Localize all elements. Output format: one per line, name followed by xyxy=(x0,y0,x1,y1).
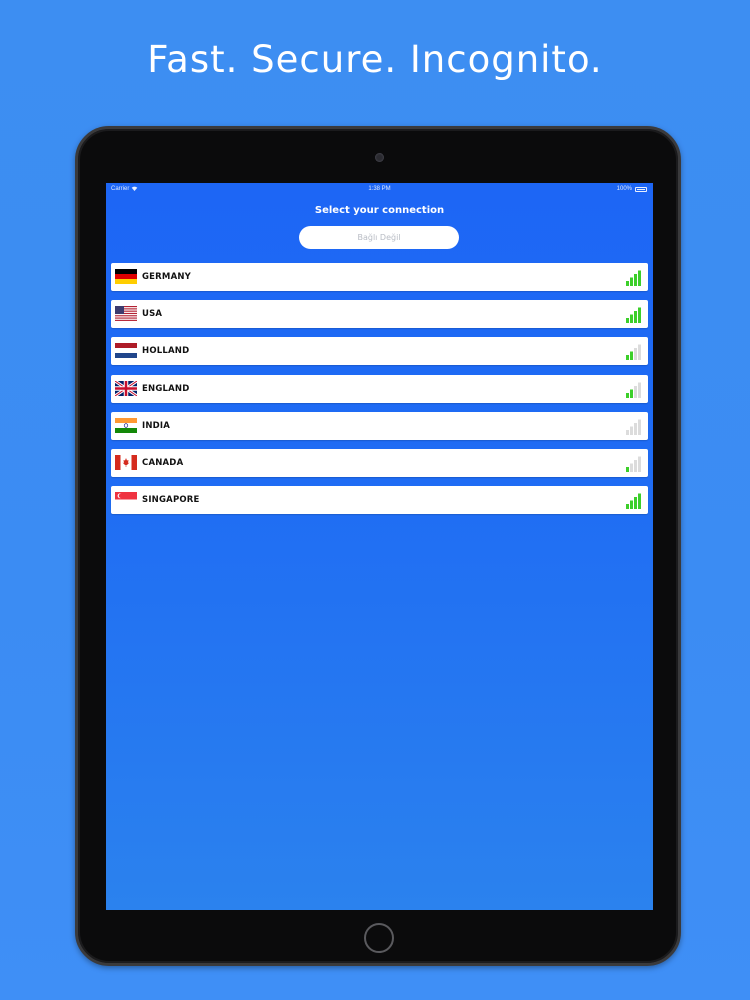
screen-title: Select your connection xyxy=(314,205,445,216)
status-time: 1:38 PM xyxy=(368,186,391,192)
signal-bar xyxy=(630,314,633,324)
signal-bar xyxy=(638,456,641,472)
signal-bar xyxy=(638,344,641,361)
server-row-canada[interactable]: CANADA xyxy=(111,448,648,477)
signal-strength-icon xyxy=(626,456,641,472)
status-bar: Carrier 1:38 PM 100% xyxy=(106,183,653,195)
connection-status-pill[interactable]: Bağlı Değil xyxy=(299,226,459,249)
signal-bar xyxy=(638,493,641,510)
app-screen: Carrier 1:38 PM 100% Select your connect… xyxy=(106,183,653,910)
signal-bar xyxy=(626,429,629,435)
server-row-india[interactable]: INDIA xyxy=(111,411,648,440)
server-row-singapore[interactable]: SINGAPORE xyxy=(111,486,648,515)
signal-bar xyxy=(638,307,641,324)
signal-strength-icon xyxy=(626,382,641,398)
signal-bar xyxy=(634,348,637,361)
signal-strength-icon xyxy=(626,419,641,435)
server-list: GERMANY USA HOLLAND ENGLAND INDIA CANADA… xyxy=(111,263,648,523)
signal-bar xyxy=(638,270,641,286)
germany-flag-icon xyxy=(115,269,137,284)
server-row-england[interactable]: ENGLAND xyxy=(111,374,648,403)
signal-bar xyxy=(626,318,629,324)
signal-bar xyxy=(626,355,629,361)
server-row-usa[interactable]: USA xyxy=(111,300,648,329)
server-row-germany[interactable]: GERMANY xyxy=(111,263,648,291)
camera-icon xyxy=(375,153,384,162)
signal-bar xyxy=(626,392,629,398)
server-name: INDIA xyxy=(142,420,171,431)
signal-bar xyxy=(630,351,633,361)
signal-bar xyxy=(634,497,637,510)
battery-percent: 100% xyxy=(616,186,632,192)
battery-icon xyxy=(635,186,647,192)
netherlands-flag-icon xyxy=(115,343,137,359)
headline: Fast. Secure. Incognito. xyxy=(147,38,603,81)
server-name: CANADA xyxy=(142,457,184,468)
usa-flag-icon xyxy=(115,306,137,322)
canada-flag-icon xyxy=(115,454,137,470)
server-name: USA xyxy=(142,309,163,320)
signal-bar xyxy=(630,500,633,510)
signal-strength-icon xyxy=(626,270,641,286)
server-row-holland[interactable]: HOLLAND xyxy=(111,337,648,366)
server-name: SINGAPORE xyxy=(142,495,200,506)
signal-bar xyxy=(638,419,641,435)
signal-bar xyxy=(626,466,629,472)
status-battery-group: 100% xyxy=(617,186,647,192)
india-flag-icon xyxy=(115,417,137,433)
signal-bar xyxy=(634,311,637,324)
signal-strength-icon xyxy=(626,307,641,324)
signal-bar xyxy=(634,422,637,435)
signal-bar xyxy=(638,382,641,398)
signal-bar xyxy=(634,274,637,286)
server-name: ENGLAND xyxy=(142,383,190,394)
signal-bar xyxy=(626,504,629,510)
signal-bar xyxy=(630,277,633,286)
home-button[interactable] xyxy=(364,923,394,953)
signal-bar xyxy=(634,459,637,472)
signal-bar xyxy=(630,389,633,398)
signal-bar xyxy=(634,385,637,398)
singapore-flag-icon xyxy=(115,492,137,508)
signal-strength-icon xyxy=(626,493,641,510)
signal-strength-icon xyxy=(626,344,641,361)
uk-flag-icon xyxy=(115,380,137,396)
server-name: HOLLAND xyxy=(142,346,190,357)
signal-bar xyxy=(630,463,633,472)
signal-bar xyxy=(626,281,629,286)
server-name: GERMANY xyxy=(142,272,192,282)
signal-bar xyxy=(630,426,633,435)
tablet-frame: Carrier 1:38 PM 100% Select your connect… xyxy=(75,126,681,966)
